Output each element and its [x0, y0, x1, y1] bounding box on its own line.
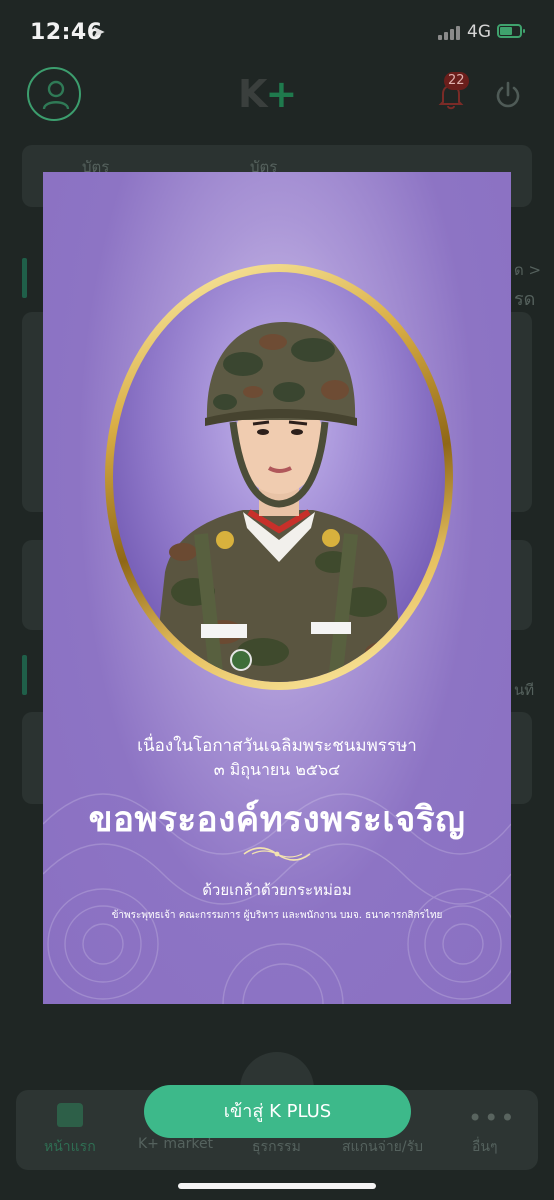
location-arrow-icon: ➤: [92, 22, 106, 41]
section-partial-text: รด: [514, 289, 536, 310]
notification-badge: 22: [444, 72, 469, 90]
network-type: 4G: [467, 22, 491, 42]
logo-k: K: [238, 72, 267, 116]
status-bar: 12:46 ➤ 4G: [0, 0, 554, 66]
section-partial-text: นที: [514, 681, 535, 699]
section-accent: [22, 258, 27, 298]
nav-item-more[interactable]: อื่นๆ: [472, 1136, 498, 1158]
announcement-popup: เนื่องในโอกาสวันเฉลิมพระชนมพรรษา ๓ มิถุน…: [43, 172, 511, 1004]
section-accent: [22, 655, 27, 695]
nav-item-scan[interactable]: สแกนจ่าย/รับ: [342, 1136, 423, 1158]
gold-oval-frame: [105, 264, 453, 690]
date-text: ๓ มิถุนายน ๒๕๖๔: [213, 760, 341, 779]
logo-plus: +: [265, 72, 297, 116]
nav-item-market[interactable]: K+ market: [138, 1136, 213, 1152]
nav-item-home[interactable]: หน้าแรก: [44, 1136, 96, 1158]
portrait-background: [113, 272, 445, 682]
nav-item-transaction[interactable]: ธุรกรรม: [252, 1136, 301, 1158]
signatory-text: ข้าพระพุทธเจ้า คณะกรรมการ ผู้บริหาร และพ…: [111, 910, 443, 921]
logout-power-icon[interactable]: [493, 80, 523, 110]
home-icon: [57, 1103, 83, 1127]
blessing-headline: ขอพระองค์ทรงพระเจริญ: [88, 799, 466, 840]
occasion-text: เนื่องในโอกาสวันเฉลิมพระชนมพรรษา: [137, 736, 417, 756]
home-indicator[interactable]: [178, 1183, 376, 1189]
more-icon: •••: [468, 1104, 517, 1132]
signal-icon: [438, 26, 460, 40]
battery-icon: [497, 24, 525, 38]
user-icon: [42, 80, 70, 110]
respect-text: ด้วยเกล้าด้วยกระหม่อม: [202, 881, 352, 899]
kplus-logo: K+: [238, 72, 297, 116]
profile-avatar-button[interactable]: [27, 67, 81, 121]
ornament-flourish-icon: [243, 847, 311, 861]
enter-kplus-button[interactable]: เข้าสู่ K PLUS: [144, 1085, 411, 1138]
soldier-portrait-image: [153, 322, 405, 682]
see-more-link[interactable]: ด >: [514, 258, 541, 282]
